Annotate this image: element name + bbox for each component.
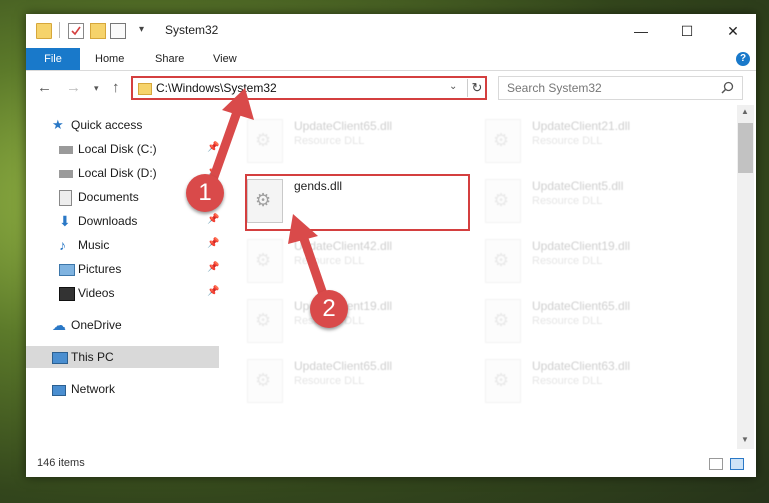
step-marker-2: 2 [310,290,348,328]
annotation-arrows [205,88,330,305]
step-marker-1: 1 [186,174,224,212]
